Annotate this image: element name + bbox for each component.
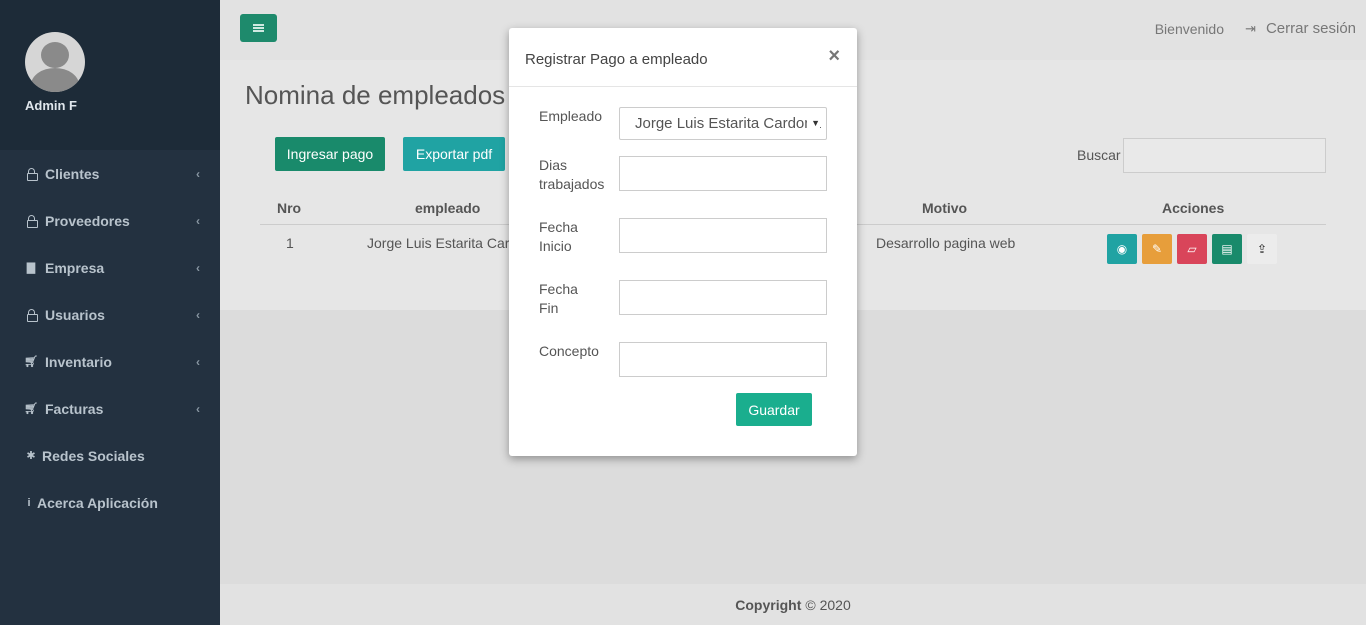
cell-nro: 1 [286,235,294,251]
copyright-label: Copyright [735,596,802,613]
sign-out-icon: ⇥ [1245,20,1256,36]
sidebar-item-label: Redes Sociales [42,447,145,464]
days-worked-field[interactable] [619,156,827,191]
days-worked-label-line1: Dias [539,157,568,173]
avatar [25,32,85,92]
sidebar-item-label: Facturas [45,400,104,417]
chevron-left-icon: ‹ [196,354,200,369]
sidebar-item-inventario[interactable]: 🛒︎ Inventario ‹ [0,338,220,385]
end-date-label: Fecha Fin [539,280,614,318]
sidebar-item-redes-sociales[interactable]: ✱ Redes Sociales [0,432,220,479]
sidebar-item-proveedores[interactable]: Proveedores ‹ [0,197,220,244]
profile-name: Admin F [25,98,77,113]
chevron-left-icon: ‹ [196,260,200,275]
employee-value: Jorge Luis Estarita Cardona [635,115,821,132]
lock-icon [25,168,38,181]
hamburger-icon [253,24,264,32]
menu-toggle-button[interactable] [240,14,277,42]
chevron-left-icon: ‹ [196,166,200,181]
start-date-label: Fecha Inicio [539,218,614,256]
copyright-year: © 2020 [805,596,851,613]
sidebar-item-clientes[interactable]: Clientes ‹ [0,150,220,197]
upload-icon: ⇪ [1256,242,1268,256]
end-date-label-line1: Fecha [539,281,578,297]
concept-field[interactable] [619,342,827,377]
view-button[interactable]: ◉ [1107,234,1137,264]
sidebar-item-label: Clientes [45,165,100,182]
days-worked-label-line2: trabajados [539,176,605,192]
sidebar-item-empresa[interactable]: ▇ Empresa ‹ [0,244,220,291]
sidebar: Admin F Clientes ‹ Proveedores ‹ ▇ Empre… [0,0,220,625]
sidebar-item-label: Proveedores [45,212,130,229]
gear-icon: ✱ [26,450,36,462]
modal-title: Registrar Pago a empleado [525,51,708,68]
column-header-acciones: Acciones [1162,200,1225,216]
edit-button[interactable]: ✎ [1142,234,1172,264]
file-pdf-icon: ▤ [1221,242,1233,256]
sidebar-item-label: Usuarios [45,306,105,323]
info-icon: i [27,496,31,509]
pencil-icon: ✎ [1151,242,1163,256]
sidebar-item-acerca-aplicacion[interactable]: i Acerca Aplicación [0,479,220,526]
column-header-empleado: empleado [415,200,481,216]
employee-select[interactable]: Jorge Luis Estarita Cardona ▼ [619,107,827,140]
cart-icon: 🛒︎ [24,356,38,368]
export-pdf-button[interactable]: Exportar pdf [403,137,505,171]
footer: Copyright © 2020 [220,584,1366,625]
employee-label: Empleado [539,108,603,124]
sidebar-item-label: Acerca Aplicación [37,494,158,511]
days-worked-label: Dias trabajados [539,156,614,194]
start-date-label-line1: Fecha [539,219,578,235]
sidebar-item-facturas[interactable]: 🛒︎ Facturas ‹ [0,385,220,432]
row-actions: ◉ ✎ ▱ ▤ ⇪ [1107,234,1277,264]
chevron-left-icon: ‹ [196,401,200,416]
column-header-nro: Nro [277,200,302,216]
building-icon: ▇ [26,262,36,274]
end-date-label-line2: Fin [539,300,559,316]
chevron-left-icon: ‹ [196,307,200,322]
logout-label: Cerrar sesión [1265,20,1356,37]
modal-header: Registrar Pago a empleado × [509,28,857,87]
eye-icon: ◉ [1116,242,1128,256]
sidebar-item-label: Inventario [45,353,112,370]
start-date-field[interactable] [619,218,827,253]
payment-modal: Registrar Pago a empleado × Empleado Jor… [509,28,857,456]
cell-motivo: Desarrollo pagina web [876,235,1016,251]
cart-icon: 🛒︎ [24,403,38,415]
search-label: Buscar [1077,147,1121,163]
page-title: Nomina de empleados [245,80,506,110]
sidebar-item-usuarios[interactable]: Usuarios ‹ [0,291,220,338]
column-header-motivo: Motivo [922,200,968,216]
end-date-field[interactable] [619,280,827,315]
add-payment-button[interactable]: Ingresar pago [275,137,385,171]
lock-icon [25,215,38,228]
save-button[interactable]: Guardar [736,393,812,426]
lock-icon [25,309,38,322]
upload-button[interactable]: ⇪ [1247,234,1277,264]
concept-label: Concepto [539,343,599,359]
welcome-text: Bienvenido [1154,21,1224,37]
logout-link[interactable]: ⇥ Cerrar sesión [1245,20,1356,37]
sidebar-item-label: Empresa [45,259,105,276]
start-date-label-line2: Inicio [539,238,572,254]
delete-button[interactable]: ▱ [1177,234,1207,264]
sidebar-menu: Clientes ‹ Proveedores ‹ ▇ Empresa ‹ Usu… [0,150,220,526]
caret-down-icon: ▼ [807,118,820,128]
pdf-button[interactable]: ▤ [1212,234,1242,264]
close-icon[interactable]: × [828,45,840,68]
profile-panel: Admin F [0,0,220,150]
chevron-left-icon: ‹ [196,213,200,228]
search-input[interactable] [1123,138,1326,173]
eraser-icon: ▱ [1187,242,1197,256]
